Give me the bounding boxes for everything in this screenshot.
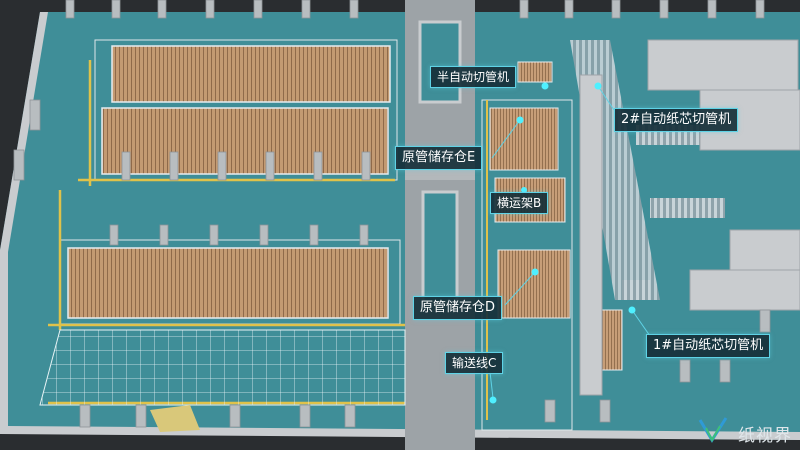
marker-cutter-1 [628,306,636,314]
watermark-text: 纸视界 [738,426,792,446]
factory-floor-scene [0,0,800,450]
marker-conveyor [489,396,497,404]
label-transfer-rack-b: 横运架B [490,192,549,214]
semi-auto-cutter-machine [517,61,553,83]
storage-e-stacks [94,39,398,181]
marker-storage-d [531,268,539,276]
label-auto-cutter-1: 1#自动纸芯切管机 [646,334,771,358]
label-semi-auto-cutter: 半自动切管机 [430,66,517,88]
marker-cutter-2 [594,82,602,90]
label-auto-cutter-2: 2#自动纸芯切管机 [614,108,739,132]
label-conveyor-c: 输送线C [445,352,504,374]
storage-d-stack [59,239,401,325]
label-storage-e: 原管储存仓E [395,146,483,170]
label-storage-d: 原管储存仓D [413,296,503,320]
marker-storage-e [516,116,524,124]
marker-semi-auto [541,82,549,90]
grid-platform [39,329,406,406]
